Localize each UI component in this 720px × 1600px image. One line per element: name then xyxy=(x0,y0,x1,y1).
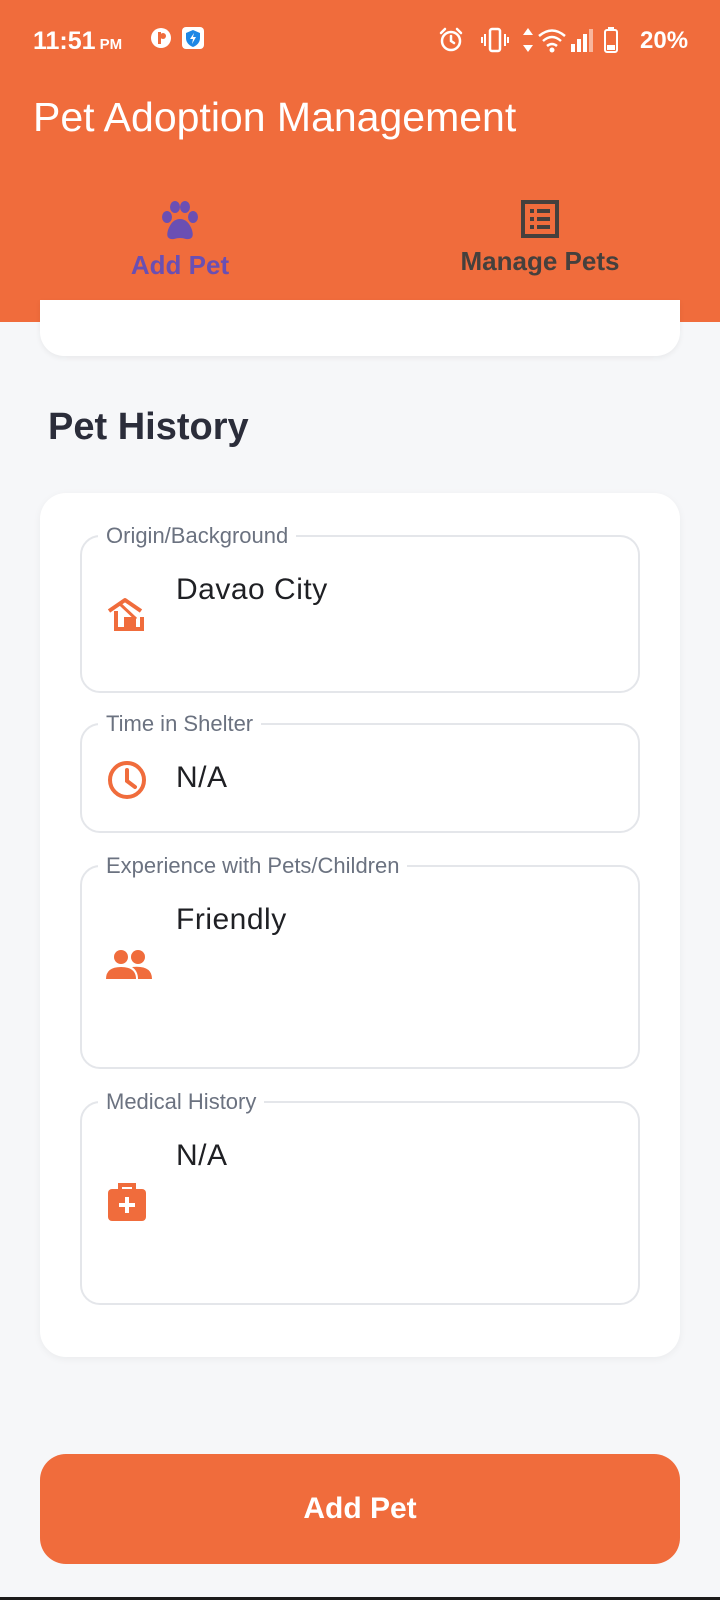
time-in-shelter-label: Time in Shelter xyxy=(98,711,262,737)
section-title: Pet History xyxy=(48,406,249,448)
tab-manage-pets-label: Manage Pets xyxy=(460,246,620,276)
medical-kit-icon xyxy=(108,1183,146,1221)
cellular-signal-icon xyxy=(571,29,593,52)
origin-background-value: Davao City xyxy=(176,573,328,606)
clock-icon xyxy=(108,761,146,799)
status-time-ampm: PM xyxy=(99,36,123,53)
add-pet-button[interactable]: Add Pet xyxy=(40,1454,680,1564)
status-time-value: 11:51 xyxy=(33,27,96,55)
notification-app-icon xyxy=(151,28,171,48)
tab-add-pet[interactable]: Add Pet xyxy=(50,200,310,310)
wifi-icon xyxy=(538,29,566,53)
shield-icon xyxy=(182,27,204,49)
origin-background-label: Origin/Background xyxy=(98,523,297,549)
status-time: 11:51 PM xyxy=(33,27,122,56)
people-icon xyxy=(106,950,152,979)
status-bar: 11:51 PM 20% xyxy=(0,0,720,80)
list-icon xyxy=(521,200,559,238)
pet-history-card: Origin/Background Davao City Time in She… xyxy=(40,493,680,1357)
data-arrows-icon xyxy=(523,28,533,52)
origin-background-field[interactable]: Origin/Background Davao City xyxy=(80,523,640,693)
battery-percent: 20% xyxy=(640,27,689,54)
paw-icon xyxy=(162,201,198,240)
medical-history-field[interactable]: Medical History N/A xyxy=(80,1089,640,1305)
time-in-shelter-field[interactable]: Time in Shelter N/A xyxy=(80,711,640,833)
tab-add-pet-label: Add Pet xyxy=(130,250,230,280)
alarm-icon xyxy=(439,27,463,52)
shelter-icon xyxy=(107,598,144,631)
experience-field[interactable]: Experience with Pets/Children Friendly xyxy=(80,853,640,1069)
time-in-shelter-value: N/A xyxy=(176,761,228,794)
experience-label: Experience with Pets/Children xyxy=(98,853,408,879)
medical-history-label: Medical History xyxy=(98,1089,265,1115)
medical-history-value: N/A xyxy=(176,1139,228,1172)
tab-manage-pets[interactable]: Manage Pets xyxy=(410,200,670,310)
previous-section-card xyxy=(40,300,680,356)
page-title: Pet Adoption Management xyxy=(33,94,517,140)
experience-value: Friendly xyxy=(176,903,287,936)
battery-icon xyxy=(604,27,618,53)
vibrate-icon xyxy=(481,27,509,53)
app-bar: 11:51 PM 20% Pet Adoption Management Add… xyxy=(0,0,720,322)
